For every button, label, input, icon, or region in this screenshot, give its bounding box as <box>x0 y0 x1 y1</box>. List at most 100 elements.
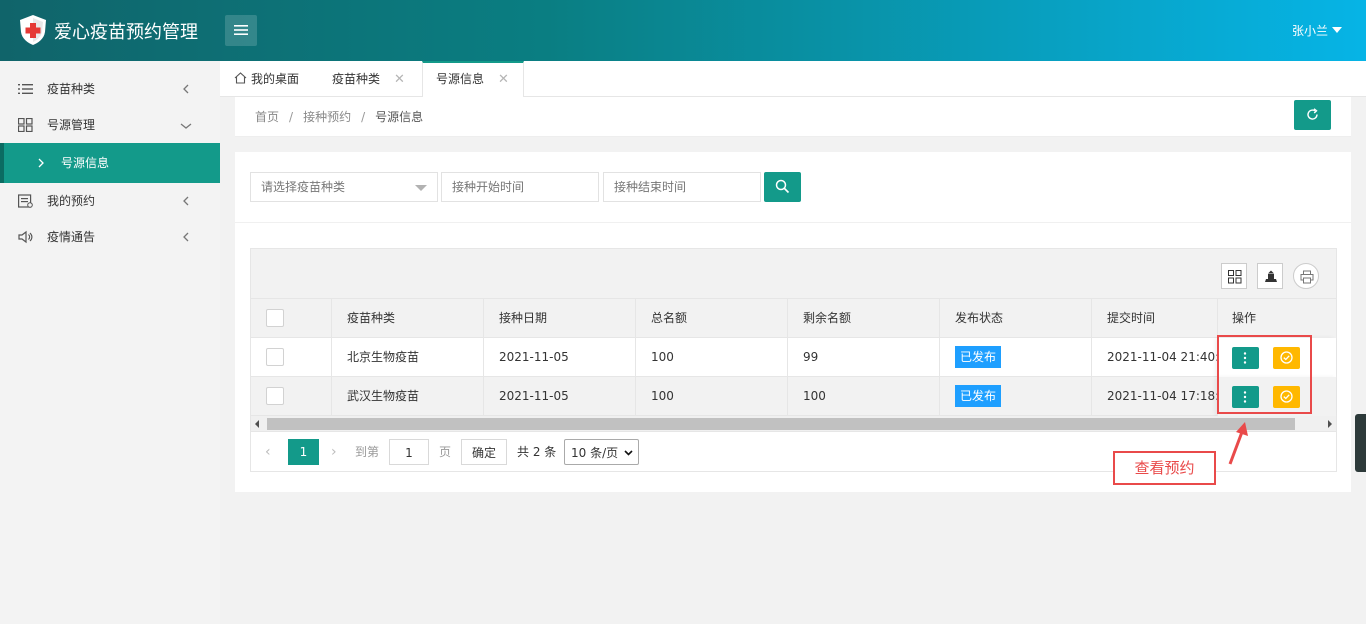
column-header: 剩余名额 <box>788 299 940 338</box>
search-button[interactable] <box>764 172 801 202</box>
remaining-cell: 99 <box>788 338 940 377</box>
status-badge: 已发布 <box>955 346 1002 368</box>
next-page-icon[interactable]: › <box>331 439 337 465</box>
sidebar-item-label: 号源信息 <box>61 156 110 170</box>
sidebar-item-label: 疫苗种类 <box>47 82 96 96</box>
chevron-left-icon <box>183 84 189 94</box>
scrollbar-thumb[interactable] <box>267 418 1295 430</box>
horizontal-scrollbar[interactable] <box>251 416 1336 432</box>
start-date-input[interactable] <box>441 172 599 202</box>
printer-icon <box>1300 270 1314 284</box>
side-widget-handle[interactable] <box>1355 414 1366 472</box>
status-badge: 已发布 <box>955 385 1002 407</box>
list-icon <box>18 84 33 94</box>
vaccine-type-select[interactable]: 请选择疫苗种类 <box>250 172 438 202</box>
hamburger-icon <box>234 25 248 35</box>
table-toolbar <box>251 249 1336 299</box>
vaccine-cell: 武汉生物疫苗 <box>332 377 484 416</box>
speaker-icon <box>18 230 33 244</box>
date-cell: 2021-11-05 <box>484 338 636 377</box>
status-cell: 已发布 <box>940 338 1092 377</box>
end-date-input[interactable] <box>603 172 761 202</box>
vaccine-type-placeholder: 请选择疫苗种类 <box>261 180 346 194</box>
select-all-checkbox[interactable] <box>266 309 284 327</box>
remaining-cell: 100 <box>788 377 940 416</box>
columns-filter-button[interactable] <box>1221 263 1247 289</box>
column-header-actions: 操作 <box>1217 299 1336 338</box>
annotation-label: 查看预约 <box>1113 451 1216 485</box>
sidebar-item-label: 疫情通告 <box>47 230 96 244</box>
main-panel: 请选择疫苗种类 接种开始时间 接种结束时间 疫苗种类 接种日期 总名额 剩余名额… <box>235 152 1351 492</box>
chevron-right-icon <box>38 158 44 168</box>
tab-vaccine-types[interactable]: 疫苗种类 ✕ <box>332 61 405 97</box>
scroll-right-icon[interactable] <box>1328 420 1332 428</box>
annotation-arrow-icon <box>1228 422 1248 465</box>
menu-toggle-button[interactable] <box>225 15 257 46</box>
app-title: 爱心疫苗预约管理 <box>54 22 198 43</box>
row-checkbox[interactable] <box>266 348 284 366</box>
search-icon <box>775 179 790 194</box>
chevron-left-icon <box>183 232 189 242</box>
close-icon[interactable]: ✕ <box>498 72 509 87</box>
export-button[interactable] <box>1257 263 1283 289</box>
column-header: 发布状态 <box>940 299 1092 338</box>
page-size-value: 10 条/页 <box>571 446 619 460</box>
sidebar-item-source-management[interactable]: 号源管理 <box>0 107 220 143</box>
columns-icon <box>1228 270 1242 284</box>
chevron-down-icon <box>624 450 633 456</box>
column-header: 接种日期 <box>484 299 636 338</box>
table-row: 北京生物疫苗 2021-11-05 100 99 已发布 2021-11-04 … <box>251 338 1336 377</box>
column-header: 提交时间 <box>1107 311 1156 325</box>
sidebar-item-epidemic-notices[interactable]: 疫情通告 <box>0 219 220 255</box>
date-cell: 2021-11-05 <box>484 377 636 416</box>
refresh-button[interactable] <box>1294 100 1331 130</box>
data-table: 疫苗种类 接种日期 总名额 剩余名额 发布状态 提交时间 操作 北京生物疫苗 2… <box>250 248 1337 472</box>
table-row: 武汉生物疫苗 2021-11-05 100 100 已发布 2021-11-04… <box>251 377 1336 416</box>
tab-label: 我的桌面 <box>251 72 300 86</box>
home-icon <box>234 72 247 84</box>
column-header: 总名额 <box>636 299 788 338</box>
vaccine-cell: 北京生物疫苗 <box>332 338 484 377</box>
breadcrumb-bar: 首页 / 接种预约 / 号源信息 <box>235 97 1351 137</box>
total-count: 共 2 条 <box>517 445 557 459</box>
breadcrumb-home[interactable]: 首页 <box>255 110 279 124</box>
sidebar-item-vaccine-types[interactable]: 疫苗种类 <box>0 71 220 107</box>
sidebar: 疫苗种类 号源管理 号源信息 我的预约 疫情通告 <box>0 61 220 624</box>
tab-label: 号源信息 <box>436 72 485 86</box>
page-unit-label: 页 <box>439 445 452 459</box>
close-icon[interactable]: ✕ <box>394 72 405 87</box>
column-header: 疫苗种类 <box>332 299 484 338</box>
tab-bar: 我的桌面 疫苗种类 ✕ 号源信息 ✕ <box>220 61 1366 98</box>
export-icon <box>1265 270 1277 282</box>
submitted-cell: 2021-11-04 21:40:27 <box>1107 350 1217 364</box>
table-header: 疫苗种类 接种日期 总名额 剩余名额 发布状态 提交时间 操作 <box>251 299 1336 338</box>
header-checkbox-cell <box>251 299 332 338</box>
page-size-select[interactable]: 10 条/页 <box>564 439 639 465</box>
row-checkbox-cell <box>251 377 332 416</box>
sidebar-item-source-info[interactable]: 号源信息 <box>0 143 220 183</box>
breadcrumb-current: 号源信息 <box>375 110 424 124</box>
annotation-highlight-box <box>1217 335 1312 414</box>
user-name: 张小兰 <box>1291 24 1328 38</box>
print-button[interactable] <box>1293 263 1319 289</box>
tab-source-info[interactable]: 号源信息 ✕ <box>422 61 524 98</box>
page-current[interactable]: 1 <box>288 439 319 465</box>
shield-cross-logo-icon <box>20 15 46 45</box>
divider <box>235 222 1351 223</box>
status-cell: 已发布 <box>940 377 1092 416</box>
goto-confirm-button[interactable]: 确定 <box>461 439 507 465</box>
scroll-left-icon[interactable] <box>255 420 259 428</box>
grid-icon <box>18 118 33 132</box>
breadcrumb-appointment[interactable]: 接种预约 <box>303 110 351 124</box>
calendar-icon <box>18 194 33 208</box>
tab-my-desktop[interactable]: 我的桌面 <box>234 61 299 97</box>
prev-page-icon[interactable]: ‹ <box>265 439 271 465</box>
row-checkbox[interactable] <box>266 387 284 405</box>
sidebar-item-my-appointments[interactable]: 我的预约 <box>0 183 220 219</box>
submitted-cell: 2021-11-04 17:18:29 <box>1107 389 1217 403</box>
caret-down-icon <box>1332 27 1342 33</box>
goto-page-input[interactable]: 1 <box>389 439 429 465</box>
chevron-left-icon <box>183 196 189 206</box>
user-menu[interactable]: 张小兰 <box>1292 22 1342 39</box>
chevron-down-icon <box>180 123 192 129</box>
